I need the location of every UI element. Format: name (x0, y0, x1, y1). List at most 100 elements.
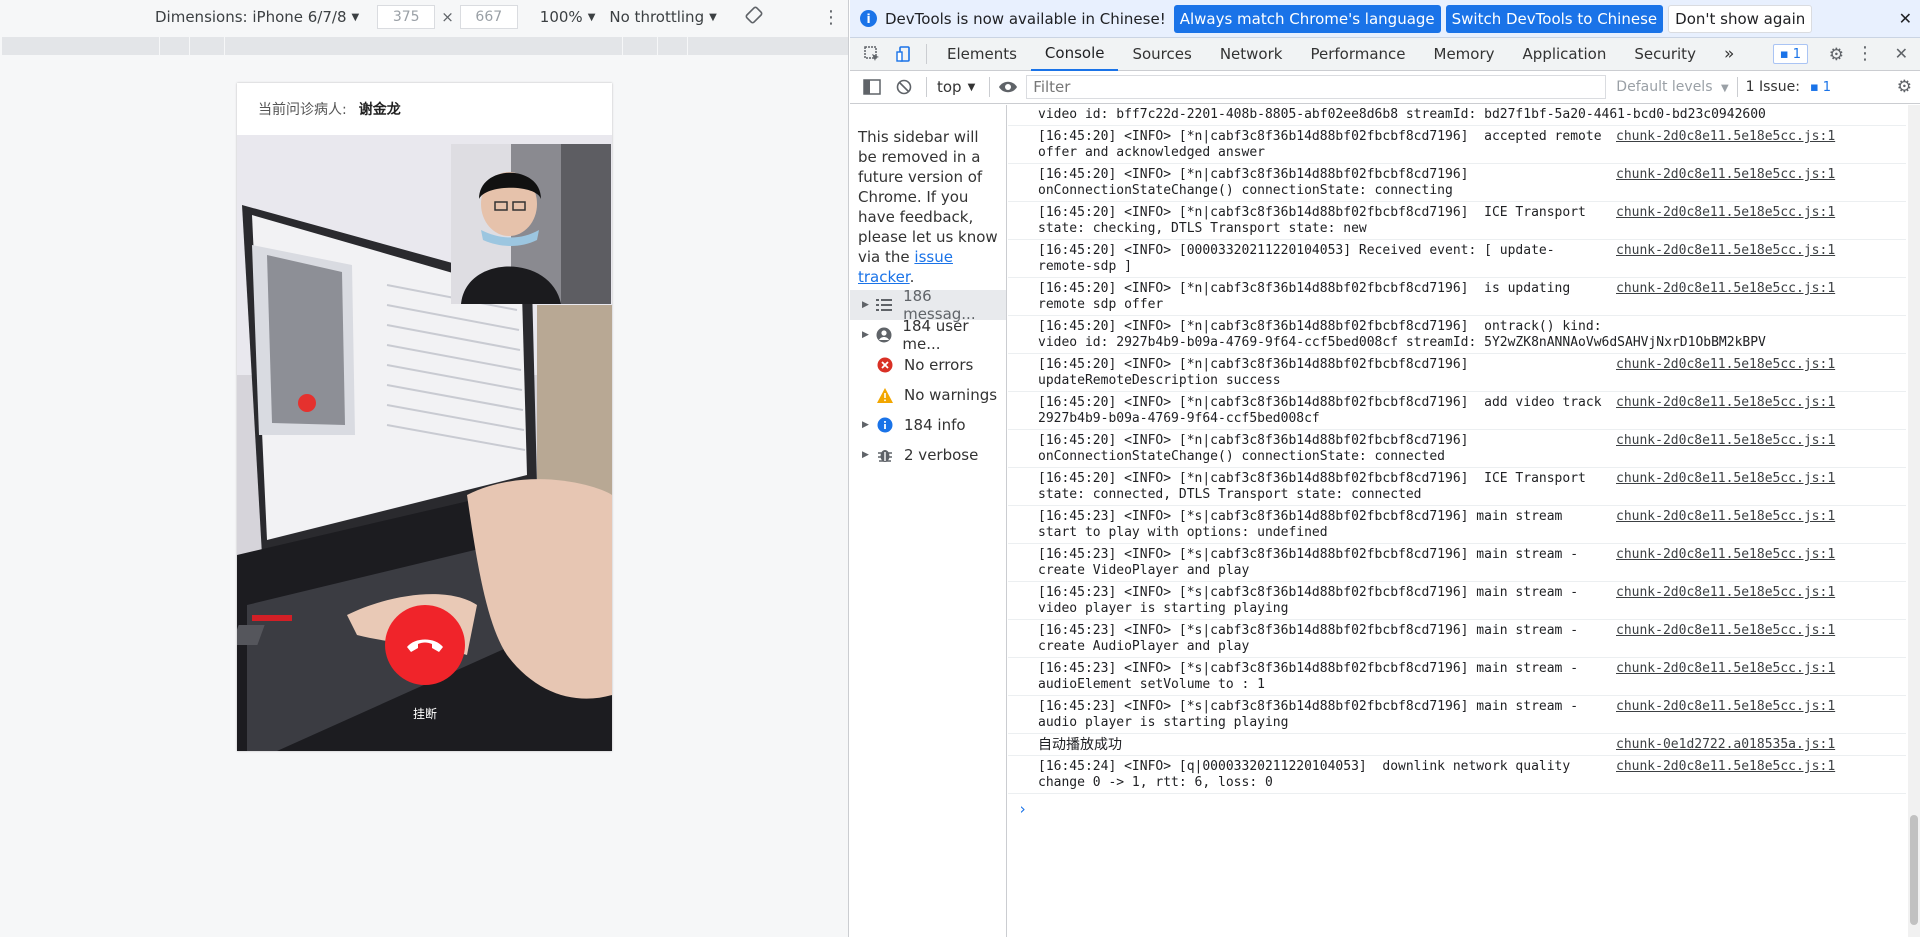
phone-hangup-icon (407, 639, 443, 652)
tab-security[interactable]: Security (1620, 38, 1710, 71)
issues-badge-count: 1 (1792, 46, 1801, 62)
log-message: [16:45:23] <INFO> [*s|cabf3c8f36b14d88bf… (1038, 509, 1563, 540)
scrollbar-thumb[interactable] (1910, 815, 1918, 925)
log-row: video id: bff7c22d-2201-408b-8805-abf02e… (1008, 105, 1906, 126)
context-select[interactable]: top ▼ (937, 78, 975, 96)
log-row: [16:45:20] <INFO> [*n|cabf3c8f36b14d88bf… (1008, 430, 1906, 468)
sidebar-item-warnings[interactable]: No warnings (850, 380, 1006, 410)
log-source-link[interactable]: chunk-2d0c8e11.5e18e5cc.js:1 (1606, 357, 1876, 389)
log-source-link[interactable]: chunk-2d0c8e11.5e18e5cc.js:1 (1606, 205, 1876, 237)
log-row: [16:45:23] <INFO> [*s|cabf3c8f36b14d88bf… (1008, 582, 1906, 620)
width-input[interactable]: 375 (377, 5, 436, 29)
close-icon[interactable]: ✕ (1899, 9, 1912, 28)
devtools-panel: i DevTools is now available in Chinese! … (850, 0, 1920, 937)
inspect-element-icon[interactable] (856, 45, 888, 63)
sidebar-item-messages[interactable]: ▶ 186 messag... (850, 287, 1006, 323)
prompt-chevron-icon: › (1018, 800, 1028, 818)
log-source-link[interactable]: chunk-2d0c8e11.5e18e5cc.js:1 (1606, 759, 1876, 791)
log-source-link[interactable]: chunk-2d0c8e11.5e18e5cc.js:1 (1606, 661, 1876, 693)
list-icon (876, 296, 893, 314)
log-message: [16:45:23] <INFO> [*s|cabf3c8f36b14d88bf… (1038, 585, 1579, 616)
expand-arrow-icon: ▶ (862, 330, 869, 340)
log-message: [16:45:20] <INFO> [*n|cabf3c8f36b14d88bf… (1038, 167, 1469, 198)
log-source-link[interactable]: chunk-2d0c8e11.5e18e5cc.js:1 (1606, 167, 1876, 199)
sidebar-item-user-messages[interactable]: ▶ 184 user me... (850, 317, 1006, 353)
tab-network[interactable]: Network (1206, 38, 1297, 71)
log-source-link[interactable]: chunk-2d0c8e11.5e18e5cc.js:1 (1606, 699, 1876, 731)
log-source-link[interactable]: chunk-2d0c8e11.5e18e5cc.js:1 (1606, 623, 1876, 655)
log-source-link[interactable]: chunk-2d0c8e11.5e18e5cc.js:1 (1606, 585, 1876, 617)
log-message: [16:45:23] <INFO> [*s|cabf3c8f36b14d88bf… (1038, 699, 1579, 730)
log-source-link[interactable]: chunk-2d0c8e11.5e18e5cc.js:1 (1606, 129, 1876, 161)
log-message: video id: bff7c22d-2201-408b-8805-abf02e… (1038, 107, 1766, 122)
clear-console-icon[interactable] (888, 79, 920, 95)
hangup-button[interactable] (385, 605, 465, 685)
log-message: [16:45:20] <INFO> [00003320211220104053]… (1038, 243, 1555, 274)
log-source-link[interactable]: chunk-0e1d2722.a018535a.js:1 (1606, 737, 1876, 753)
console-prompt[interactable]: › (1008, 794, 1906, 818)
eye-icon[interactable] (998, 80, 1018, 94)
tab-performance[interactable]: Performance (1296, 38, 1419, 71)
log-source-link[interactable]: chunk-2d0c8e11.5e18e5cc.js:1 (1606, 395, 1876, 427)
chevron-down-icon: ▼ (967, 81, 976, 93)
console-scrollbar[interactable] (1908, 105, 1920, 937)
log-levels-select[interactable]: Default levels ▼ (1616, 79, 1728, 95)
log-source-link[interactable]: chunk-2d0c8e11.5e18e5cc.js:1 (1606, 547, 1876, 579)
console-log: video id: bff7c22d-2201-408b-8805-abf02e… (1008, 105, 1906, 937)
media-query-ruler (2, 37, 848, 55)
log-row: [16:45:23] <INFO> [*s|cabf3c8f36b14d88bf… (1008, 658, 1906, 696)
tab-console[interactable]: Console (1030, 38, 1119, 71)
throttling-select[interactable]: No throttling ▼ (609, 8, 716, 26)
tab-application[interactable]: Application (1509, 38, 1621, 71)
sidebar-item-verbose[interactable]: ▶ 2 verbose (850, 440, 1006, 470)
log-source-link[interactable]: chunk-2d0c8e11.5e18e5cc.js:1 (1606, 509, 1876, 541)
log-row: [16:45:20] <INFO> [*n|cabf3c8f36b14d88bf… (1008, 316, 1906, 354)
log-row: 自动播放成功 chunk-0e1d2722.a018535a.js:1 (1008, 734, 1906, 756)
log-source-link[interactable]: chunk-2d0c8e11.5e18e5cc.js:1 (1606, 433, 1876, 465)
devtools-tabbar: Elements Console Sources Network Perform… (850, 38, 1920, 71)
times-sign: × (441, 8, 454, 26)
always-match-language-button[interactable]: Always match Chrome's language (1173, 4, 1441, 33)
sidebar-toggle-icon[interactable] (856, 79, 888, 95)
more-options-icon[interactable]: ⋮ (1856, 43, 1874, 64)
device-select[interactable]: Dimensions: iPhone 6/7/8 ▼ (155, 8, 359, 26)
log-source-link[interactable]: chunk-2d0c8e11.5e18e5cc.js:1 (1606, 471, 1876, 503)
issues-count-badge: ▪ 1 (1803, 77, 1838, 97)
issues-button[interactable]: 1 Issue: ▪ 1 (1746, 77, 1838, 97)
tab-memory[interactable]: Memory (1420, 38, 1509, 71)
sidebar-item-label: 184 user me... (902, 317, 969, 353)
log-message: [16:45:23] <INFO> [*s|cabf3c8f36b14d88bf… (1038, 547, 1579, 578)
tab-sources[interactable]: Sources (1118, 38, 1205, 71)
switch-to-chinese-button[interactable]: Switch DevTools to Chinese (1445, 4, 1664, 33)
log-row: [16:45:20] <INFO> [*n|cabf3c8f36b14d88bf… (1008, 126, 1906, 164)
height-input[interactable]: 667 (459, 5, 518, 29)
issues-badge[interactable]: ▪ 1 (1772, 44, 1808, 64)
warning-icon (876, 386, 894, 404)
device-toggle-icon[interactable] (888, 45, 920, 63)
log-source-link[interactable]: chunk-2d0c8e11.5e18e5cc.js:1 (1606, 281, 1876, 313)
log-source-link[interactable]: chunk-2d0c8e11.5e18e5cc.js:1 (1606, 243, 1876, 275)
zoom-select[interactable]: 100% ▼ (540, 8, 596, 26)
filter-input[interactable]: Filter (1026, 75, 1607, 99)
close-devtools-icon[interactable]: ✕ (1895, 44, 1908, 63)
tab-elements[interactable]: Elements (933, 38, 1031, 71)
console-sidebar: This sidebar will be removed in a future… (850, 105, 1007, 937)
info-icon (876, 416, 894, 434)
sidebar-item-info[interactable]: ▶ 184 info (850, 410, 1006, 440)
patient-bar: 当前问诊病人: 谢金龙 (237, 83, 612, 135)
more-tabs-icon[interactable]: » (1710, 38, 1748, 71)
log-row: [16:45:20] <INFO> [*n|cabf3c8f36b14d88bf… (1008, 392, 1906, 430)
language-infobar: i DevTools is now available in Chinese! … (850, 0, 1920, 38)
more-options-icon[interactable]: ⋮ (822, 7, 840, 28)
phone-viewport: 当前问诊病人: 谢金龙 挂断 (237, 83, 612, 751)
sidebar-item-errors[interactable]: No errors (850, 350, 1006, 380)
rotate-icon[interactable] (745, 6, 763, 28)
gear-icon[interactable]: ⚙ (1829, 45, 1844, 65)
log-message: [16:45:20] <INFO> [*n|cabf3c8f36b14d88bf… (1038, 471, 1586, 502)
console-settings-gear-icon[interactable]: ⚙ (1897, 77, 1912, 97)
log-row: [16:45:20] <INFO> [*n|cabf3c8f36b14d88bf… (1008, 354, 1906, 392)
context-label: top (937, 78, 962, 96)
log-row: [16:45:20] <INFO> [*n|cabf3c8f36b14d88bf… (1008, 468, 1906, 506)
device-dimensions-label: Dimensions: iPhone 6/7/8 (155, 8, 347, 26)
dont-show-again-button[interactable]: Don't show again (1668, 4, 1813, 33)
